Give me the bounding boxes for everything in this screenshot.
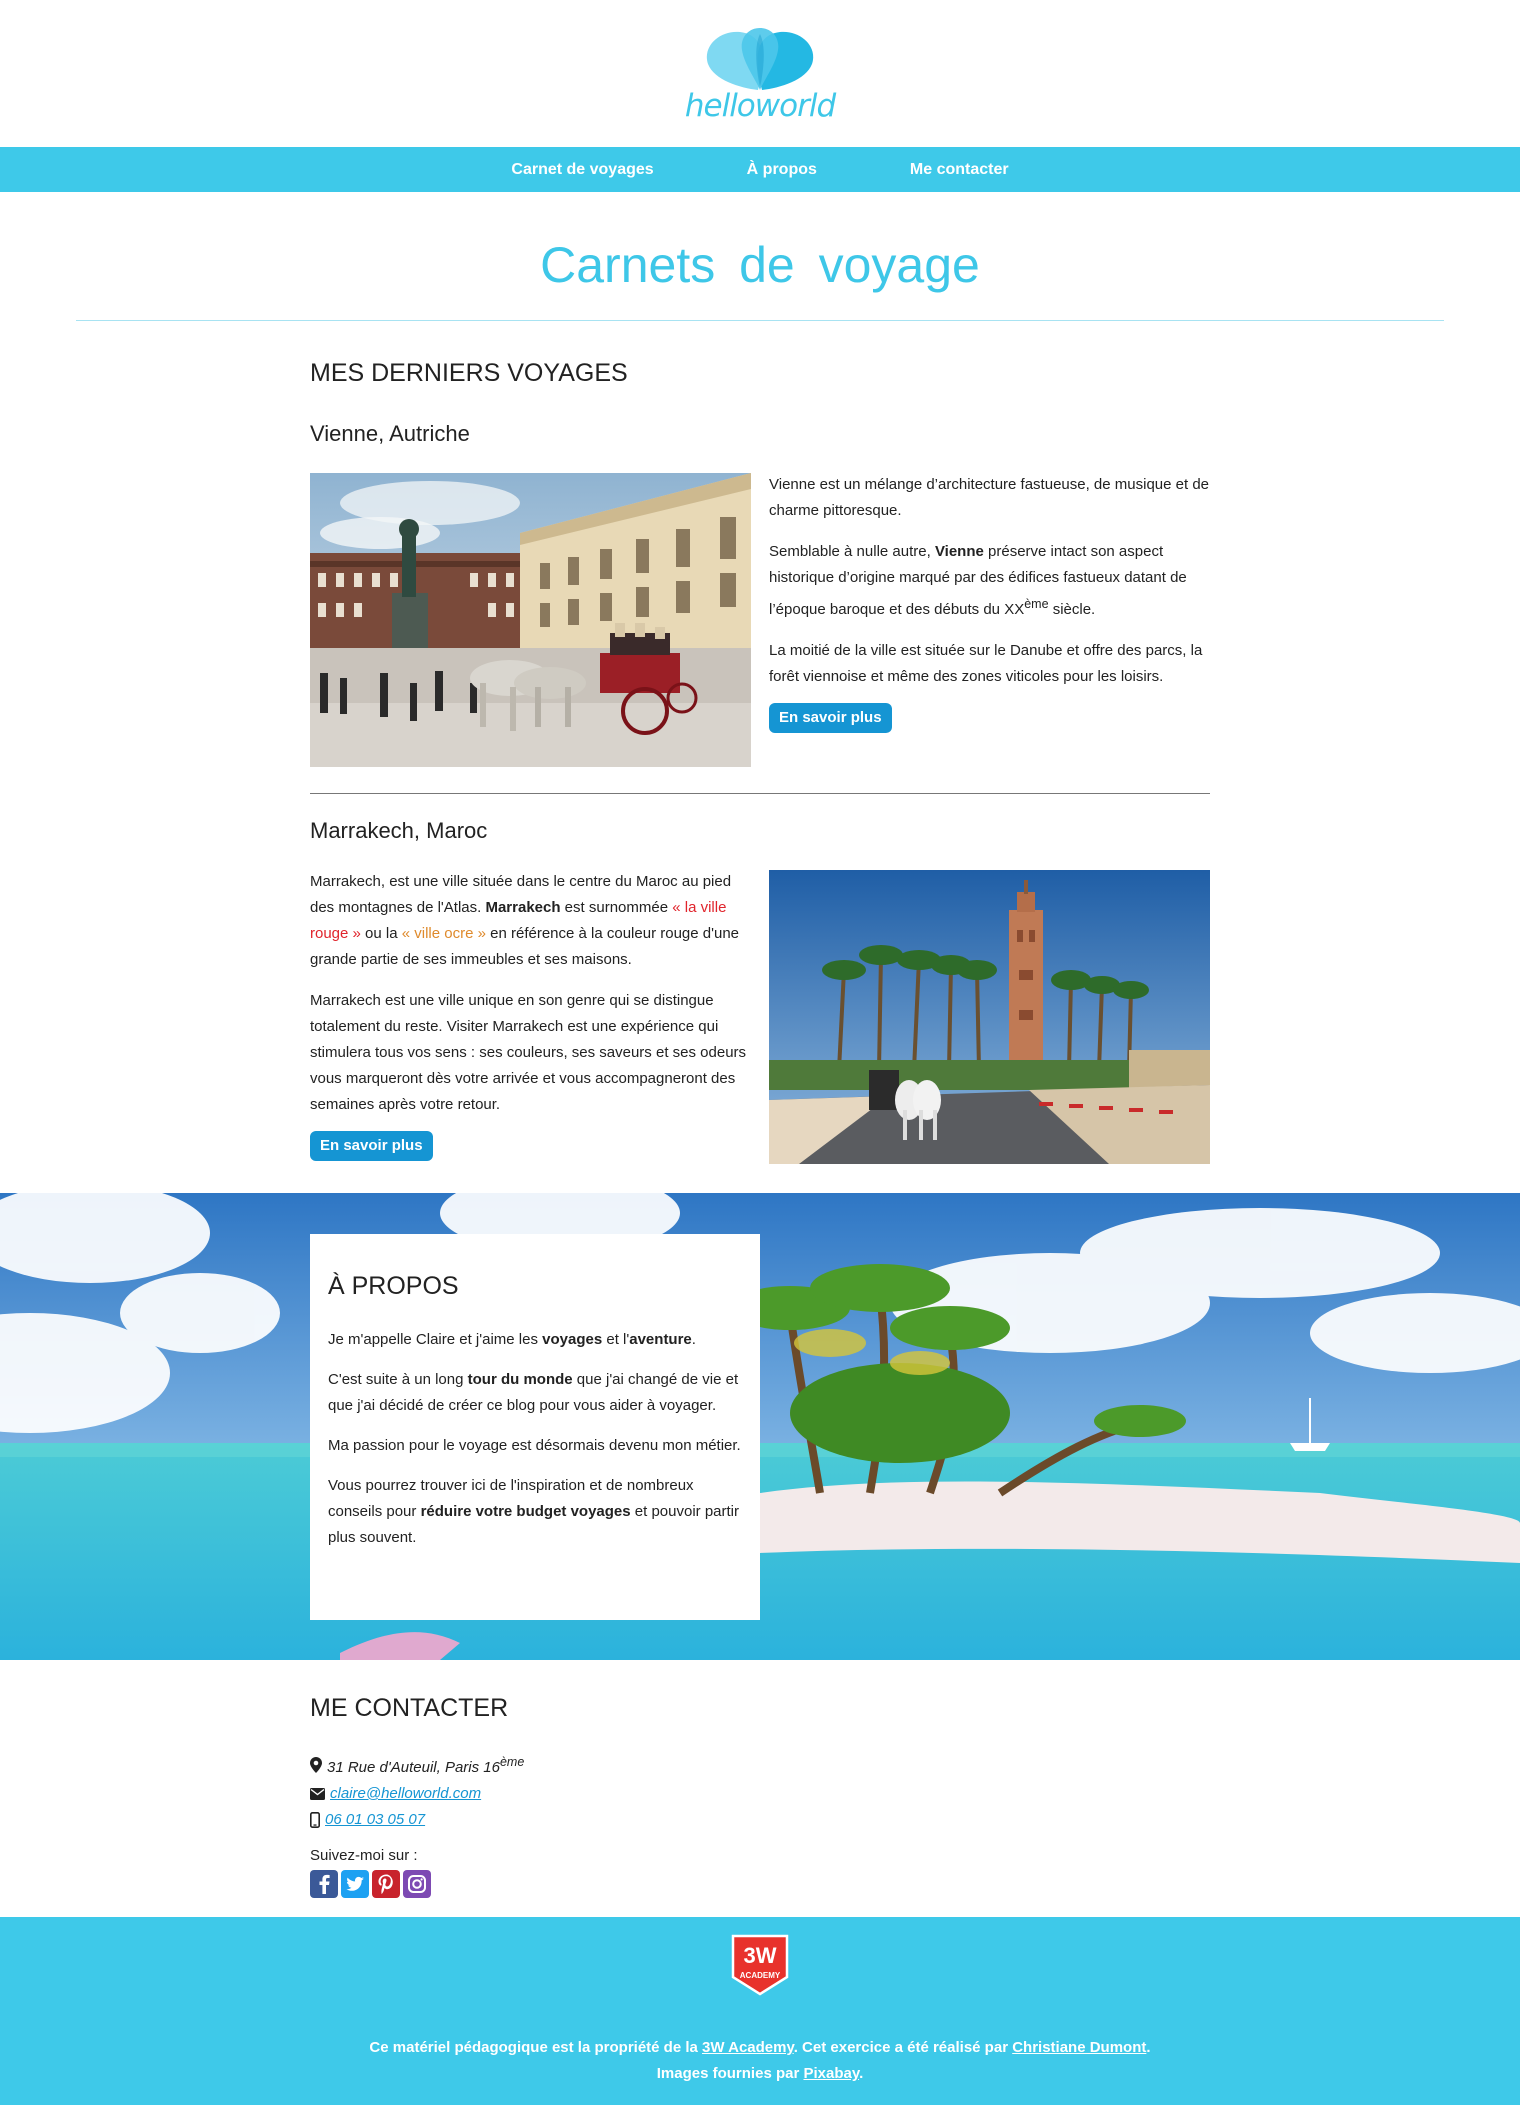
badge-top-text: 3W bbox=[744, 1943, 777, 1968]
vienne-paragraph: Vienne est un mélange d’architecture fas… bbox=[769, 476, 1210, 519]
vienne-more-button[interactable]: En savoir plus bbox=[769, 703, 892, 733]
footer-images-credit: Images fournies par Pixabay. bbox=[656, 2065, 864, 2082]
beach-background bbox=[0, 1193, 1520, 1660]
instagram-icon[interactable] bbox=[403, 1870, 431, 1898]
trip-vienne: Vienne est un mélange d’architecture fas… bbox=[310, 473, 1210, 767]
3w-academy-link[interactable]: 3W Academy bbox=[702, 2039, 794, 2056]
about-heading: À PROPOS bbox=[328, 1272, 459, 1300]
main-nav: Carnet de voyages À propos Me contacter bbox=[0, 147, 1520, 192]
vienne-paragraph: La moitié de la ville est située sur le … bbox=[769, 642, 1203, 685]
site-header: helloworld bbox=[0, 0, 1520, 147]
phone-line: 06 01 03 05 07 bbox=[310, 1807, 1210, 1833]
email-link[interactable]: claire@helloworld.com bbox=[330, 1781, 481, 1807]
about-card: À PROPOS Je m'appelle Claire et j'aime l… bbox=[310, 1234, 760, 1620]
vienne-paragraph: Semblable à nulle autre, Vienne préserve… bbox=[769, 543, 1187, 618]
trip-title-marrakech: Marrakech, Maroc bbox=[310, 818, 488, 843]
page-title: Carnets de voyage bbox=[540, 237, 980, 293]
footer-credits: Ce matériel pédagogique est la propriété… bbox=[369, 2039, 1151, 2056]
follow-label: Suivez-moi sur : bbox=[310, 1847, 418, 1864]
twitter-icon[interactable] bbox=[341, 1870, 369, 1898]
trip-divider bbox=[310, 793, 1210, 794]
trip-marrakech: Marrakech, est une ville située dans le … bbox=[310, 870, 1210, 1164]
nav-item-carnet[interactable]: Carnet de voyages bbox=[511, 161, 653, 179]
trip-title-vienne: Vienne, Autriche bbox=[310, 421, 470, 446]
marrakech-photo bbox=[769, 870, 1210, 1164]
author-link[interactable]: Christiane Dumont bbox=[1012, 2039, 1146, 2056]
latest-trips-section: MES DERNIERS VOYAGES Vienne, Autriche Vi… bbox=[310, 359, 1210, 1164]
logo-text: helloworld bbox=[684, 87, 836, 124]
about-paragraph: C'est suite à un long tour du monde que … bbox=[328, 1371, 739, 1414]
about-paragraph: Vous pourrez trouver ici de l'inspiratio… bbox=[328, 1477, 740, 1546]
nav-item-contact[interactable]: Me contacter bbox=[910, 161, 1009, 179]
phone-link[interactable]: 06 01 03 05 07 bbox=[325, 1807, 425, 1833]
nav-item-apropos[interactable]: À propos bbox=[747, 161, 817, 179]
3w-academy-logo[interactable]: 3W ACADEMY bbox=[730, 1933, 790, 2001]
address-line: 31 Rue d'Auteuil, Paris 16ème bbox=[310, 1749, 1210, 1781]
vienne-photo bbox=[310, 473, 751, 767]
about-paragraph: Je m'appelle Claire et j'aime les voyage… bbox=[328, 1331, 696, 1348]
social-links bbox=[310, 1870, 1210, 1898]
contact-section: ME CONTACTER 31 Rue d'Auteuil, Paris 16è… bbox=[310, 1694, 1210, 1898]
address-text: 31 Rue d'Auteuil, Paris 16ème bbox=[327, 1755, 525, 1776]
marrakech-paragraph: Marrakech, est une ville située dans le … bbox=[310, 873, 740, 968]
contact-heading: ME CONTACTER bbox=[310, 1694, 509, 1722]
marrakech-more-button[interactable]: En savoir plus bbox=[310, 1131, 433, 1161]
email-line: claire@helloworld.com bbox=[310, 1781, 1210, 1807]
marrakech-text: Marrakech, est une ville située dans le … bbox=[310, 869, 751, 1164]
envelope-icon bbox=[310, 1788, 325, 1800]
badge-bottom-text: ACADEMY bbox=[740, 1971, 781, 1980]
map-marker-icon bbox=[310, 1757, 322, 1773]
about-paragraph: Ma passion pour le voyage est désormais … bbox=[328, 1437, 741, 1454]
facebook-icon[interactable] bbox=[310, 1870, 338, 1898]
section-heading: MES DERNIERS VOYAGES bbox=[310, 359, 628, 387]
pixabay-link[interactable]: Pixabay bbox=[803, 2065, 859, 2082]
vienne-text: Vienne est un mélange d’architecture fas… bbox=[769, 472, 1210, 767]
logo[interactable]: helloworld bbox=[684, 24, 836, 124]
logo-hearts-icon bbox=[706, 27, 814, 90]
site-footer: 3W ACADEMY Ce matériel pédagogique est l… bbox=[0, 1917, 1520, 2105]
marrakech-paragraph: Marrakech est une ville unique en son ge… bbox=[310, 992, 747, 1113]
pinterest-icon[interactable] bbox=[372, 1870, 400, 1898]
mobile-phone-icon bbox=[310, 1812, 320, 1828]
about-section: À PROPOS Je m'appelle Claire et j'aime l… bbox=[0, 1193, 1520, 1660]
title-divider bbox=[76, 320, 1444, 321]
